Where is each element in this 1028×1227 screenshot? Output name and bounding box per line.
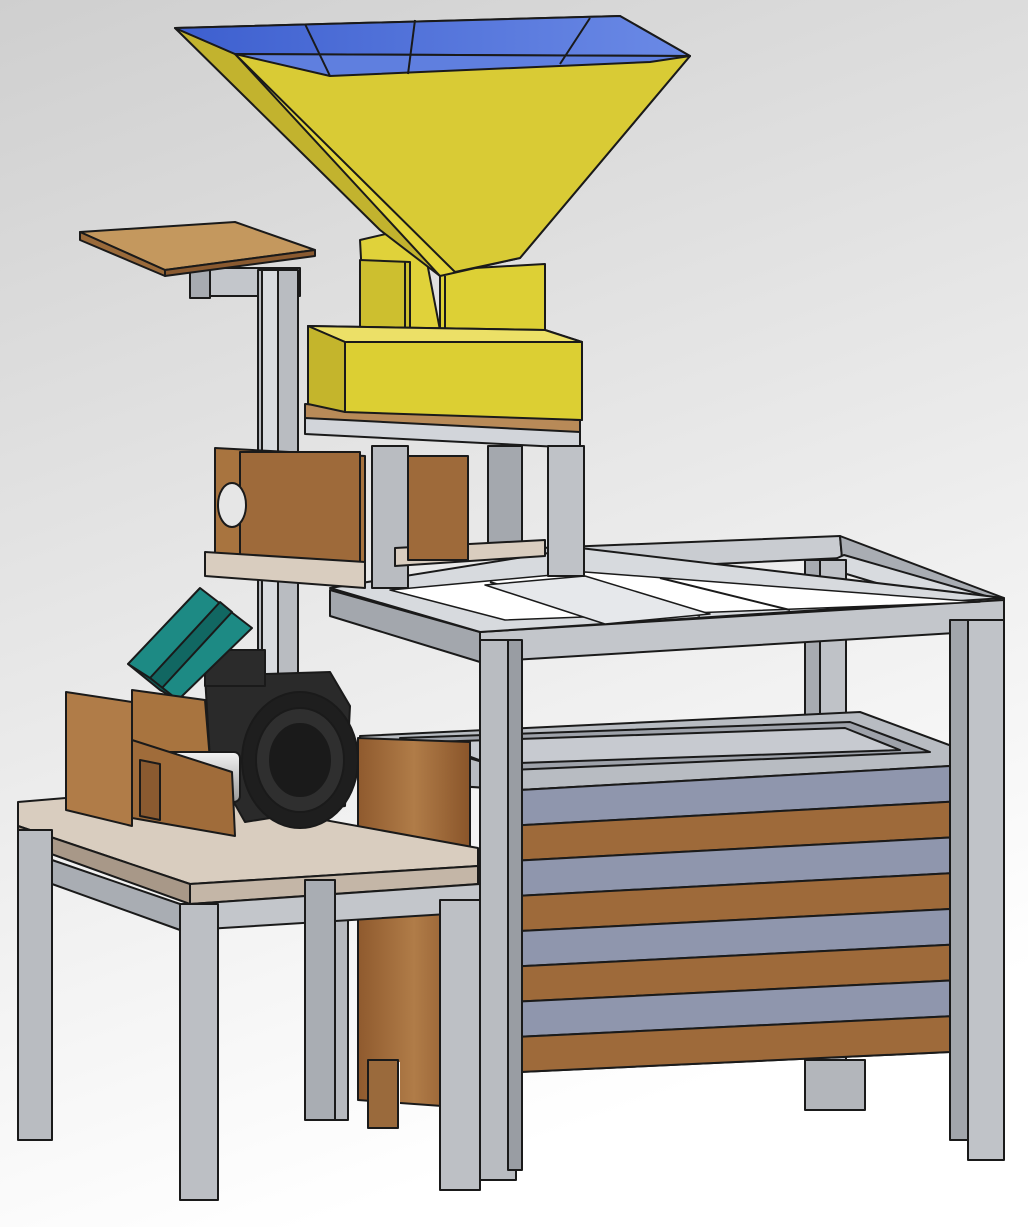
drawer-slats xyxy=(519,765,951,1073)
wood-box xyxy=(204,447,366,589)
machine-cad-render xyxy=(0,0,1028,1227)
machine-drawing xyxy=(0,0,1028,1227)
